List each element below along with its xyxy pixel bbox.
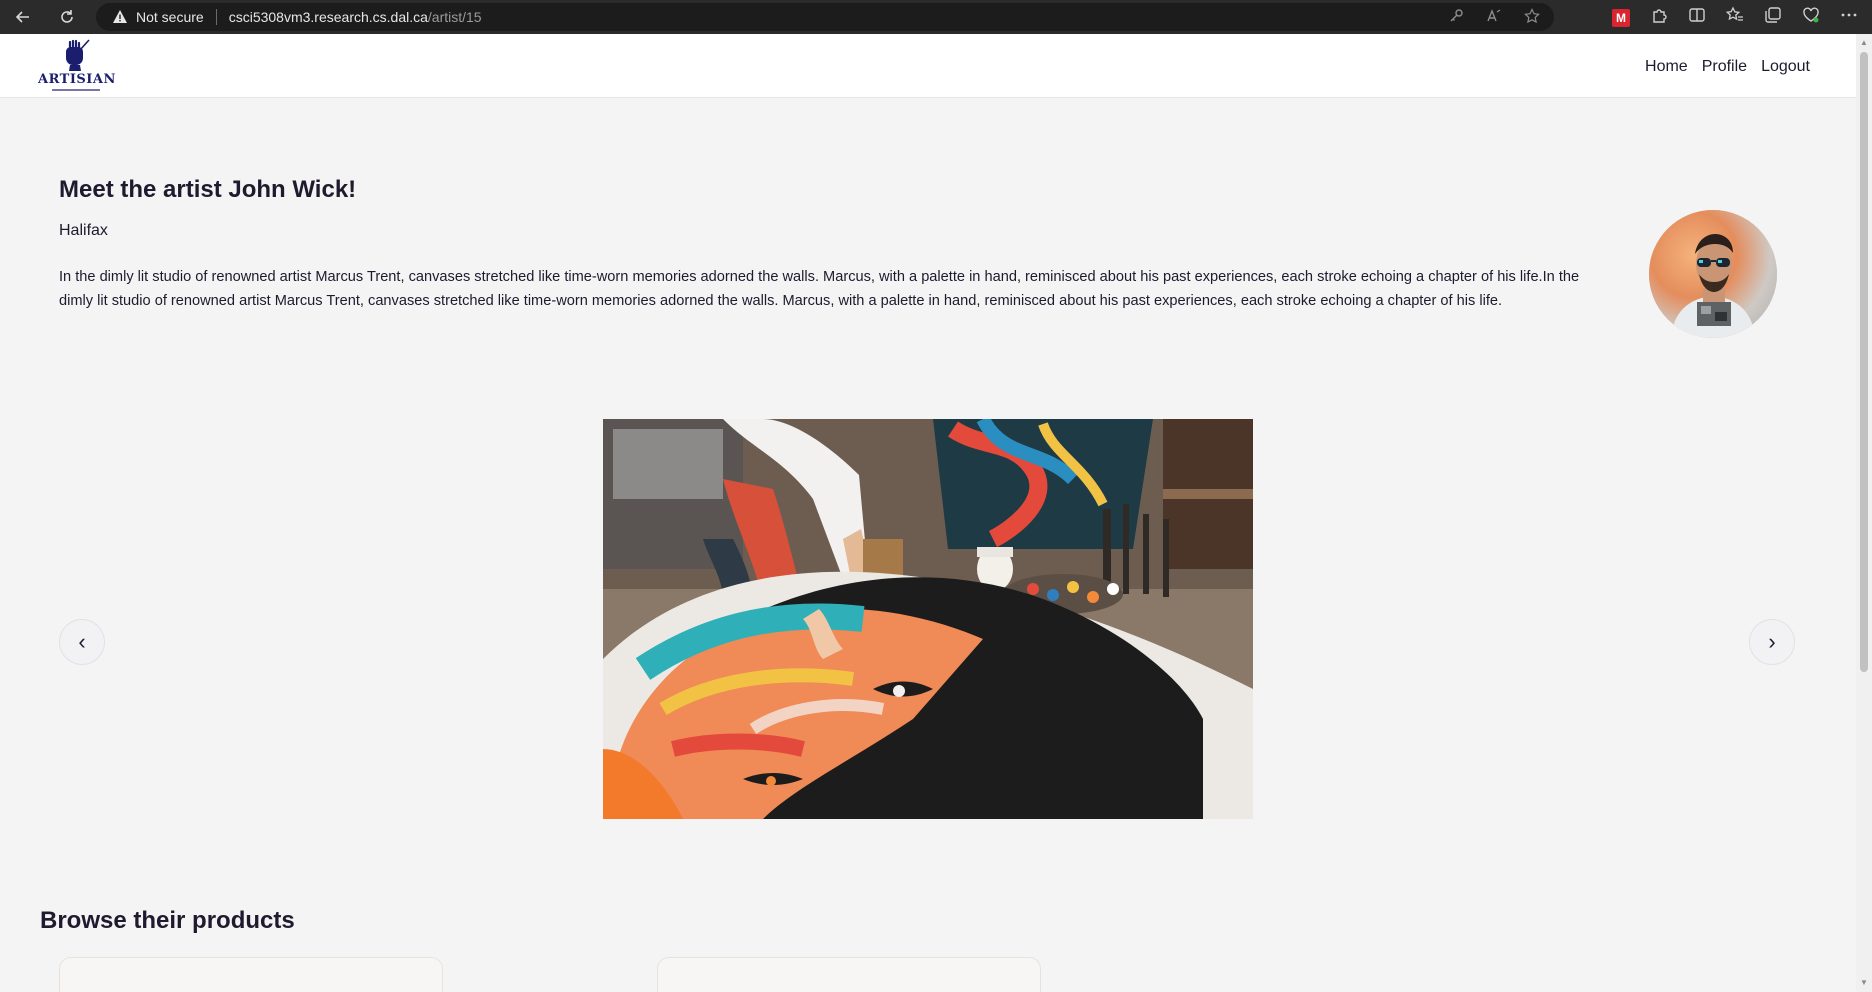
artist-avatar [1649, 210, 1777, 338]
collections-icon[interactable] [1764, 6, 1782, 29]
back-arrow-icon[interactable] [12, 6, 34, 28]
nav-home-link[interactable]: Home [1645, 58, 1688, 76]
carousel-image [603, 419, 1253, 819]
scroll-down-arrow-icon[interactable]: ▼ [1859, 978, 1869, 987]
products-heading: Browse their products [40, 907, 295, 934]
key-icon[interactable] [1448, 8, 1464, 28]
scroll-up-arrow-icon[interactable]: ▲ [1859, 38, 1869, 47]
favorites-icon[interactable] [1725, 6, 1744, 29]
split-screen-icon[interactable] [1688, 6, 1706, 29]
extensions-puzzle-icon[interactable] [1650, 6, 1668, 29]
extension-icon[interactable]: M [1612, 8, 1630, 27]
site-header: ARTISIAN Home Profile Logout [0, 34, 1856, 98]
product-card[interactable] [657, 957, 1041, 992]
product-card[interactable] [59, 957, 443, 992]
address-bar[interactable]: Not secure csci5308vm3.research.cs.dal.c… [96, 3, 1554, 31]
warning-triangle-icon [112, 9, 128, 25]
fist-brush-icon [66, 39, 90, 71]
read-aloud-icon[interactable] [1486, 8, 1502, 28]
artist-title: Meet the artist John Wick! [59, 176, 357, 203]
browser-essentials-icon[interactable] [1802, 6, 1820, 29]
browser-toolbar: Not secure csci5308vm3.research.cs.dal.c… [0, 0, 1872, 34]
nav-logout-link[interactable]: Logout [1761, 58, 1810, 76]
page-scrollbar[interactable]: ▲ ▼ [1856, 34, 1872, 992]
url-path: /artist/15 [427, 9, 482, 25]
carousel-prev-button[interactable]: ‹ [59, 619, 105, 665]
artist-bio: In the dimly lit studio of renowned arti… [59, 269, 1580, 309]
divider [215, 9, 217, 25]
scrollbar-thumb[interactable] [1860, 52, 1868, 672]
brand-name: ARTISIAN [38, 72, 116, 87]
nav-profile-link[interactable]: Profile [1702, 58, 1747, 76]
refresh-icon[interactable] [56, 6, 78, 28]
artist-city: Halifax [59, 222, 108, 239]
url-host: csci5308vm3.research.cs.dal.ca [228, 9, 428, 25]
brand-tagline-rule [52, 89, 100, 91]
artisian-logo[interactable]: ARTISIAN [38, 38, 116, 94]
more-options-icon[interactable] [1840, 6, 1858, 29]
main-nav: Home Profile Logout [1645, 58, 1810, 76]
security-label[interactable]: Not secure [136, 9, 204, 25]
favorite-star-icon[interactable] [1524, 8, 1540, 28]
carousel-next-button[interactable]: › [1749, 619, 1795, 665]
